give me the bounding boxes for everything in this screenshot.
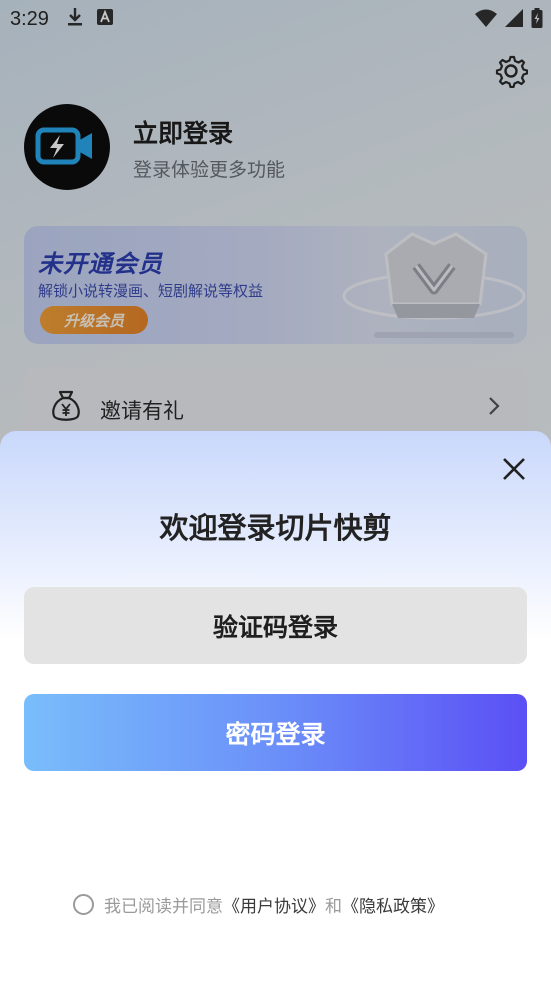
privacy-policy-link[interactable]: 《隐私政策》 (342, 892, 444, 917)
code-login-button[interactable]: 验证码登录 (24, 587, 527, 664)
password-login-button[interactable]: 密码登录 (24, 694, 527, 771)
user-agreement-link[interactable]: 《用户协议》 (223, 892, 325, 917)
agreement-checkbox[interactable] (73, 894, 94, 915)
close-icon[interactable] (500, 455, 528, 483)
login-bottom-sheet: 欢迎登录切片快剪 验证码登录 密码登录 我已阅读并同意 《用户协议》 和 《隐私… (0, 431, 551, 981)
agreement-row: 我已阅读并同意 《用户协议》 和 《隐私政策》 (73, 892, 444, 917)
agreement-conjunction: 和 (325, 897, 342, 917)
agreement-prefix: 我已阅读并同意 (104, 897, 223, 917)
welcome-title: 欢迎登录切片快剪 (159, 511, 392, 545)
